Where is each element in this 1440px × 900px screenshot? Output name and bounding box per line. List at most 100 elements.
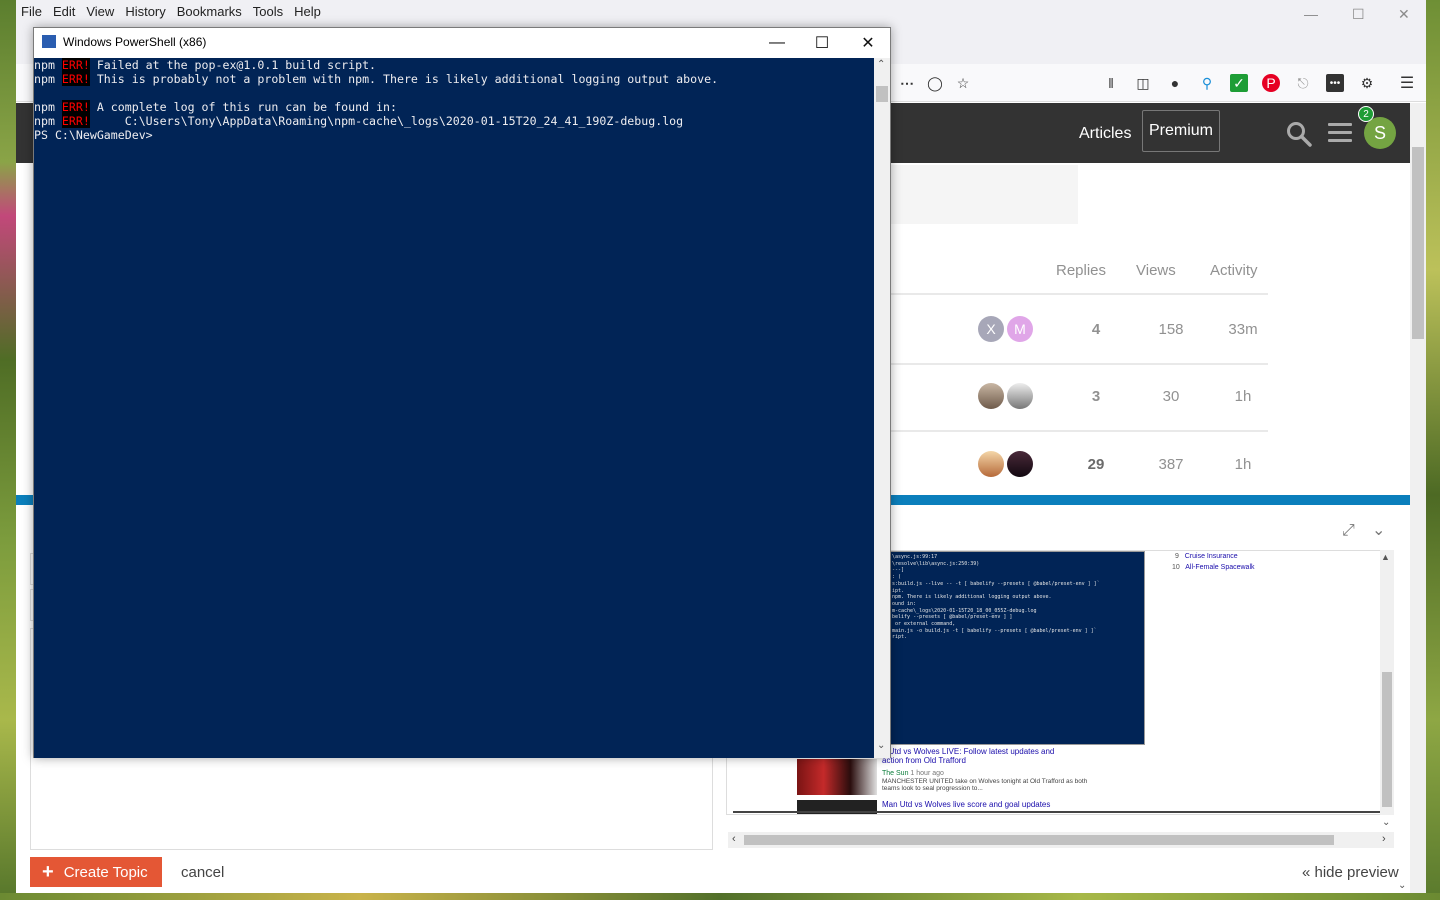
hide-preview-link[interactable]: « hide preview	[1302, 864, 1399, 881]
preview-terminal-line: npm. There is likely additional logging …	[892, 594, 1052, 601]
activity-time[interactable]: 1h	[1213, 456, 1273, 473]
extension-icon[interactable]: •••	[1326, 74, 1344, 92]
chevron-down-icon[interactable]: ⌄	[1372, 520, 1385, 540]
poster-avatar[interactable]	[1007, 451, 1033, 477]
menu-tools[interactable]: Tools	[248, 0, 289, 26]
topic-row[interactable]: 3 30 1h	[888, 363, 1268, 429]
console-scrollbar-thumb[interactable]	[876, 86, 888, 102]
nav-articles-link[interactable]: Articles	[1079, 125, 1131, 143]
menu-view[interactable]: View	[81, 0, 120, 26]
expand-icon[interactable]: ⤢	[1342, 522, 1355, 540]
scroll-up-icon[interactable]: ▲	[1381, 552, 1390, 562]
menu-help[interactable]: Help	[289, 0, 327, 26]
scroll-down-icon[interactable]: ⌄	[877, 740, 885, 751]
views-count: 387	[1158, 456, 1184, 473]
headphones-icon[interactable]: ⎋	[1294, 74, 1312, 92]
preview-horizontal-scrollbar[interactable]: ‹ ›	[728, 832, 1394, 848]
preview-terminal-line: belify --presets [ @babel/preset-env ] ]	[892, 614, 1013, 621]
error-tag: ERR!	[61, 72, 90, 86]
powershell-icon	[42, 35, 56, 48]
poster-avatar[interactable]	[978, 451, 1004, 477]
create-topic-button[interactable]: + Create Topic	[30, 857, 162, 887]
replies-header[interactable]: Replies	[1056, 262, 1106, 279]
topic-row[interactable]: X M 4 158 33m	[888, 296, 1268, 362]
news-headline[interactable]: Man Utd vs Wolves live score and goal up…	[882, 800, 1182, 809]
page-scrollbar-thumb[interactable]	[1412, 147, 1424, 339]
nav-premium-button[interactable]: Premium	[1142, 110, 1220, 152]
firefox-close-icon[interactable]: ✕	[1398, 6, 1410, 23]
scroll-up-icon[interactable]: ⌃	[877, 59, 885, 70]
hamburger-menu-icon[interactable]: ☰	[1398, 74, 1416, 92]
topic-row[interactable]: 29 387 1h	[888, 431, 1268, 497]
menu-icon[interactable]	[1328, 123, 1352, 143]
preview-terminal-line: s:build.js --live -- -t [ babelify --pre…	[892, 580, 1100, 587]
replies-count: 4	[1091, 321, 1101, 338]
menu-edit[interactable]: Edit	[48, 0, 81, 26]
side-list-item[interactable]: 9 Cruise Insurance	[1175, 553, 1238, 560]
menu-bookmarks[interactable]: Bookmarks	[172, 0, 248, 26]
activity-time[interactable]: 1h	[1213, 388, 1273, 405]
scroll-down-icon[interactable]: ⌄	[1382, 817, 1390, 828]
sidebar-icon[interactable]: ◫	[1134, 74, 1152, 92]
settings-gear-icon[interactable]: ⚙	[1358, 74, 1376, 92]
console-scrollbar[interactable]: ⌃ ⌄	[874, 58, 890, 758]
close-icon[interactable]: ✕	[853, 32, 883, 54]
poster-avatar[interactable]: X	[978, 316, 1004, 342]
search-icon[interactable]	[1286, 121, 1312, 147]
cancel-link[interactable]: cancel	[181, 864, 224, 881]
bookmark-star-icon[interactable]: ☆	[954, 74, 972, 92]
menu-history[interactable]: History	[120, 0, 171, 26]
side-list-title[interactable]: Cruise Insurance	[1185, 553, 1238, 560]
scroll-left-icon[interactable]: ‹	[732, 833, 736, 845]
preview-terminal-line: or external command,	[892, 621, 956, 628]
page-scroll-down-icon[interactable]: ⌄	[1398, 880, 1406, 891]
search-extension-icon[interactable]: ⚲	[1198, 74, 1216, 92]
console-output[interactable]: npm ERR! Failed at the pop-ex@1.0.1 buil…	[34, 58, 874, 758]
firefox-minimize-icon[interactable]: —	[1304, 6, 1318, 22]
views-count: 158	[1158, 321, 1184, 338]
create-topic-label: Create Topic	[63, 863, 148, 881]
poster-avatar[interactable]	[1007, 383, 1033, 409]
console-text: PS C:\NewGameDev>	[34, 128, 153, 142]
preview-terminal-line: main.js -o build.js -t [ babelify --pres…	[892, 627, 1097, 634]
page-scrollbar[interactable]	[1410, 103, 1426, 893]
news-thumbnail[interactable]	[797, 759, 877, 795]
side-list-title[interactable]: All-Female Spacewalk	[1185, 564, 1254, 571]
powershell-titlebar[interactable]: Windows PowerShell (x86) — ☐ ✕	[34, 28, 890, 58]
table-divider	[888, 293, 1268, 295]
error-tag: ERR!	[61, 100, 90, 114]
scroll-right-icon[interactable]: ›	[1382, 833, 1386, 845]
console-line: npm ERR! A complete log of this run can …	[34, 100, 874, 114]
preview-hscroll-thumb[interactable]	[744, 835, 1334, 845]
user-avatar[interactable]: S	[1364, 117, 1396, 149]
console-line: npm ERR! C:\Users\Tony\AppData\Roaming\n…	[34, 114, 874, 128]
plus-icon: +	[42, 860, 54, 883]
checkmark-extension-icon[interactable]: ✓	[1230, 74, 1248, 92]
activity-header[interactable]: Activity	[1210, 262, 1258, 279]
activity-time[interactable]: 33m	[1213, 321, 1273, 338]
poster-avatar[interactable]	[978, 383, 1004, 409]
firefox-maximize-icon[interactable]: ☐	[1352, 6, 1365, 23]
views-header[interactable]: Views	[1136, 262, 1176, 279]
minimize-icon[interactable]: —	[762, 32, 792, 54]
account-icon[interactable]: ●	[1166, 74, 1184, 92]
preview-vertical-scrollbar[interactable]: ▲	[1380, 550, 1394, 815]
news-headline[interactable]: n Utd vs Wolves LIVE: Follow latest upda…	[882, 747, 1072, 765]
preview-terminal-line: : (	[892, 574, 902, 581]
preview-scrollbar-thumb[interactable]	[1382, 672, 1392, 807]
error-tag: ERR!	[61, 58, 90, 72]
npm-prefix: npm	[34, 100, 62, 114]
menu-file[interactable]: File	[16, 0, 48, 26]
preview-terminal-line: ript.	[892, 634, 908, 641]
side-list-number: 9	[1175, 553, 1179, 560]
pocket-icon[interactable]: ◯	[926, 74, 944, 92]
poster-avatar[interactable]: M	[1007, 316, 1033, 342]
notification-badge[interactable]: 2	[1358, 106, 1374, 122]
side-list-item[interactable]: 10 All-Female Spacewalk	[1172, 564, 1255, 571]
pinterest-icon[interactable]: P	[1262, 74, 1280, 92]
preview-terminal-line: m-cache\_logs\2020-01-15T20_18_00_055Z-d…	[892, 607, 1037, 614]
maximize-icon[interactable]: ☐	[807, 32, 837, 54]
library-icon[interactable]: ‖	[1102, 74, 1120, 92]
page-actions-icon[interactable]: ⋯	[898, 74, 916, 92]
